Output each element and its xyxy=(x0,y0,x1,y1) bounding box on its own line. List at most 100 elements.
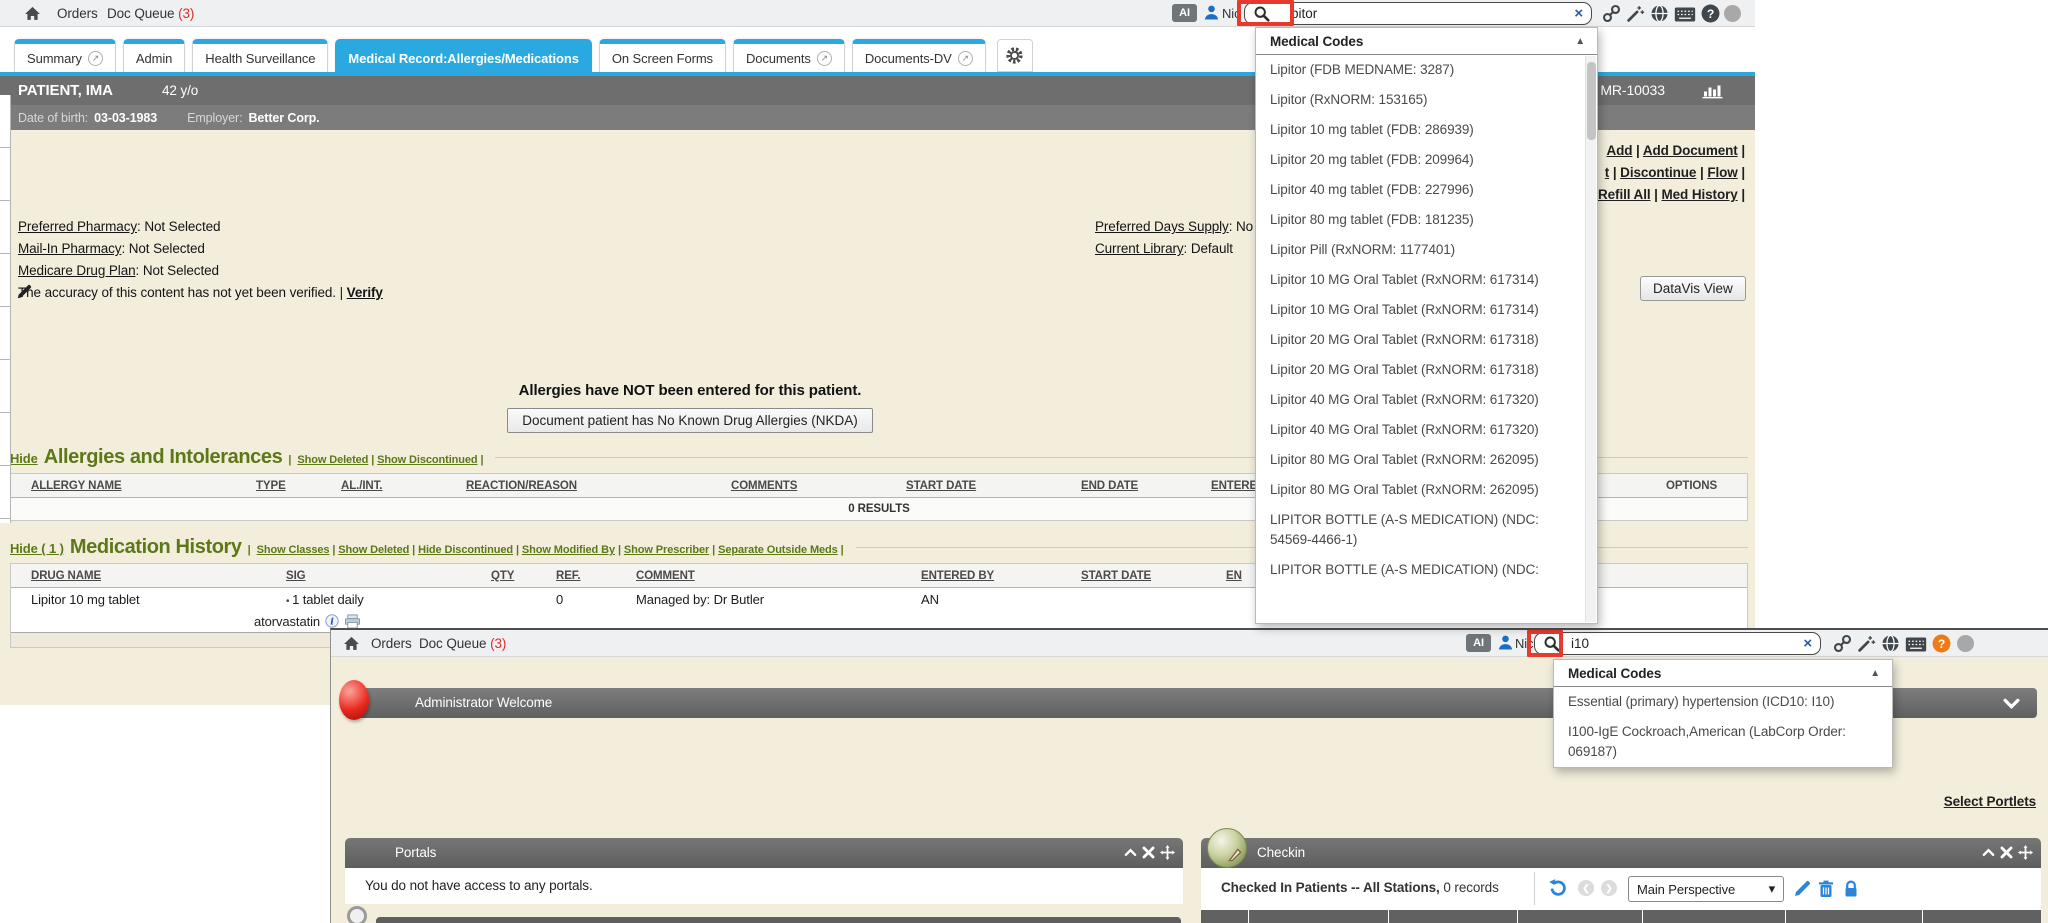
dropdown-item[interactable]: Lipitor 80 mg tablet (FDB: 181235) xyxy=(1256,205,1597,235)
dropdown-item[interactable]: Lipitor 10 MG Oral Tablet (RxNORM: 61731… xyxy=(1256,265,1597,295)
dropdown-item[interactable]: I100-IgE Cockroach,American (LabCorp Ord… xyxy=(1554,717,1892,767)
select-portlets-link[interactable]: Select Portlets xyxy=(1944,794,2036,809)
home-icon[interactable] xyxy=(24,5,41,22)
refresh-icon[interactable] xyxy=(1548,878,1568,898)
move-panel-icon[interactable] xyxy=(1160,845,1175,860)
clear-search-icon[interactable]: × xyxy=(1803,636,1812,651)
dropdown-item[interactable]: Lipitor 80 MG Oral Tablet (RxNORM: 26209… xyxy=(1256,475,1597,505)
supply-link[interactable]: Current Library xyxy=(1095,241,1184,256)
close-panel-icon[interactable] xyxy=(2000,846,2013,859)
dropdown-item[interactable]: Lipitor (FDB MEDNAME: 3287) xyxy=(1256,55,1597,85)
collapse-group-icon[interactable]: ▲ xyxy=(1575,36,1585,47)
wand-icon[interactable] xyxy=(1626,4,1645,23)
column-header[interactable]: OPTIONS xyxy=(1666,480,1747,492)
dropdown-item[interactable]: Lipitor (RxNORM: 153165) xyxy=(1256,85,1597,115)
tab[interactable]: On Screen Forms xyxy=(599,39,726,72)
column-header[interactable]: ENTERED BY xyxy=(921,570,1081,582)
dropdown-scrollbar[interactable] xyxy=(1585,56,1596,622)
nkda-button[interactable]: Document patient has No Known Drug Aller… xyxy=(507,408,872,433)
lock-icon[interactable] xyxy=(1842,880,1860,898)
chevron-down-icon[interactable] xyxy=(2003,698,2020,709)
patient-chart-icon[interactable] xyxy=(1702,82,1723,99)
ai-badge[interactable]: AI xyxy=(1172,4,1197,22)
column-header[interactable]: AL./INT. xyxy=(341,480,466,492)
pharmacy-link[interactable]: Mail-In Pharmacy xyxy=(18,241,121,256)
action-link[interactable]: Refill All xyxy=(1598,187,1662,202)
ai-badge[interactable]: AI xyxy=(1466,634,1491,652)
toggle-link[interactable]: Show Discontinued xyxy=(377,450,483,467)
user-icon[interactable] xyxy=(1497,634,1514,651)
tab-settings-button[interactable] xyxy=(997,39,1033,72)
keyboard-icon[interactable] xyxy=(1905,637,1927,652)
dropdown-item[interactable]: Lipitor Pill (RxNORM: 1177401) xyxy=(1256,235,1597,265)
dropdown-item[interactable]: Lipitor 10 mg tablet (FDB: 286939) xyxy=(1256,115,1597,145)
nav-doc-queue[interactable]: Doc Queue (3) xyxy=(419,636,506,651)
column-header[interactable]: REACTION/REASON xyxy=(466,480,731,492)
dropdown-item[interactable]: Lipitor 20 mg tablet (FDB: 209964) xyxy=(1256,145,1597,175)
presence-status-icon[interactable] xyxy=(1724,5,1741,22)
user-icon[interactable] xyxy=(1203,4,1220,21)
tab[interactable]: Medical Record:Allergies/Medications xyxy=(335,39,591,72)
dropdown-item[interactable]: Lipitor 40 MG Oral Tablet (RxNORM: 61732… xyxy=(1256,415,1597,445)
dropdown-item[interactable]: Essential (primary) hypertension (ICD10:… xyxy=(1554,687,1892,717)
print-icon[interactable] xyxy=(344,614,361,629)
dropdown-item[interactable]: Lipitor 40 MG Oral Tablet (RxNORM: 61732… xyxy=(1256,385,1597,415)
column-header[interactable]: COMMENTS xyxy=(731,480,906,492)
prev-page-icon[interactable]: ❮ xyxy=(1578,880,1594,896)
toggle-link[interactable]: Show Prescriber xyxy=(624,540,718,557)
datavis-view-button[interactable]: DataVis View xyxy=(1640,276,1746,301)
collapse-panel-icon[interactable] xyxy=(1124,846,1137,859)
close-panel-icon[interactable] xyxy=(1142,846,1155,859)
tab[interactable]: Admin xyxy=(123,39,185,72)
dropdown-item[interactable]: Lipitor 20 MG Oral Tablet (RxNORM: 61731… xyxy=(1256,325,1597,355)
search-input[interactable] xyxy=(1277,6,1568,21)
dropdown-item[interactable]: Lipitor 40 mg tablet (FDB: 227996) xyxy=(1256,175,1597,205)
link-icon[interactable] xyxy=(1833,634,1852,653)
column-header[interactable]: ALLERGY NAME xyxy=(31,480,256,492)
toggle-link[interactable]: Hide Discontinued xyxy=(418,540,522,557)
dropdown-item[interactable]: Lipitor 10 MG Oral Tablet (RxNORM: 61731… xyxy=(1256,295,1597,325)
tab[interactable]: Documents ↗ xyxy=(733,39,845,72)
move-panel-icon[interactable] xyxy=(2018,845,2033,860)
action-link[interactable]: Discontinue xyxy=(1620,165,1707,180)
notification-balloon-icon[interactable] xyxy=(339,680,369,720)
column-header[interactable]: COMMENT xyxy=(636,570,921,582)
column-header[interactable]: START DATE xyxy=(906,480,1081,492)
globe-icon[interactable] xyxy=(1650,4,1669,23)
clear-search-icon[interactable]: × xyxy=(1574,6,1583,21)
collapse-panel-icon[interactable] xyxy=(1982,846,1995,859)
link-icon[interactable] xyxy=(1602,4,1621,23)
pharmacy-link[interactable]: Medicare Drug Plan xyxy=(18,263,136,278)
dropdown-item[interactable]: Lipitor 80 MG Oral Tablet (RxNORM: 26209… xyxy=(1256,445,1597,475)
column-header[interactable]: REF. xyxy=(556,570,636,582)
nav-orders[interactable]: Orders xyxy=(371,636,412,651)
edit-pencil-icon[interactable] xyxy=(16,284,32,300)
wand-icon[interactable] xyxy=(1857,634,1876,653)
column-header[interactable]: QTY xyxy=(491,570,556,582)
tab[interactable]: Summary ↗ xyxy=(14,39,116,72)
edit-pencil-icon[interactable] xyxy=(1793,880,1811,898)
toggle-link[interactable]: Show Deleted xyxy=(297,450,377,467)
home-icon[interactable] xyxy=(343,635,360,652)
next-page-icon[interactable]: ❯ xyxy=(1601,880,1617,896)
allergies-hide-link[interactable]: Hide xyxy=(10,451,38,466)
action-link[interactable]: t xyxy=(1605,165,1620,180)
nav-orders[interactable]: Orders xyxy=(57,6,98,21)
column-header[interactable]: START DATE xyxy=(1081,570,1226,582)
search-input[interactable] xyxy=(1567,636,1797,651)
presence-status-icon[interactable] xyxy=(1957,635,1974,652)
keyboard-icon[interactable] xyxy=(1674,7,1696,22)
help-icon[interactable] xyxy=(1701,4,1720,23)
tab[interactable]: Health Surveillance xyxy=(192,39,328,72)
help-icon[interactable] xyxy=(1932,634,1951,653)
open-new-window-icon[interactable]: ↗ xyxy=(958,51,973,66)
trash-icon[interactable] xyxy=(1817,880,1835,898)
column-header[interactable]: END DATE xyxy=(1081,480,1211,492)
column-header[interactable]: SIG xyxy=(286,570,491,582)
verify-link[interactable]: Verify xyxy=(347,285,383,300)
dropdown-item[interactable]: Lipitor 20 MG Oral Tablet (RxNORM: 61731… xyxy=(1256,355,1597,385)
perspective-select[interactable]: Main Perspective ▾ xyxy=(1628,876,1784,902)
dropdown-item[interactable]: LIPITOR BOTTLE (A-S MEDICATION) (NDC: 54… xyxy=(1256,505,1597,555)
toggle-link[interactable]: Show Deleted xyxy=(338,540,418,557)
action-link[interactable]: Add xyxy=(1606,143,1642,158)
